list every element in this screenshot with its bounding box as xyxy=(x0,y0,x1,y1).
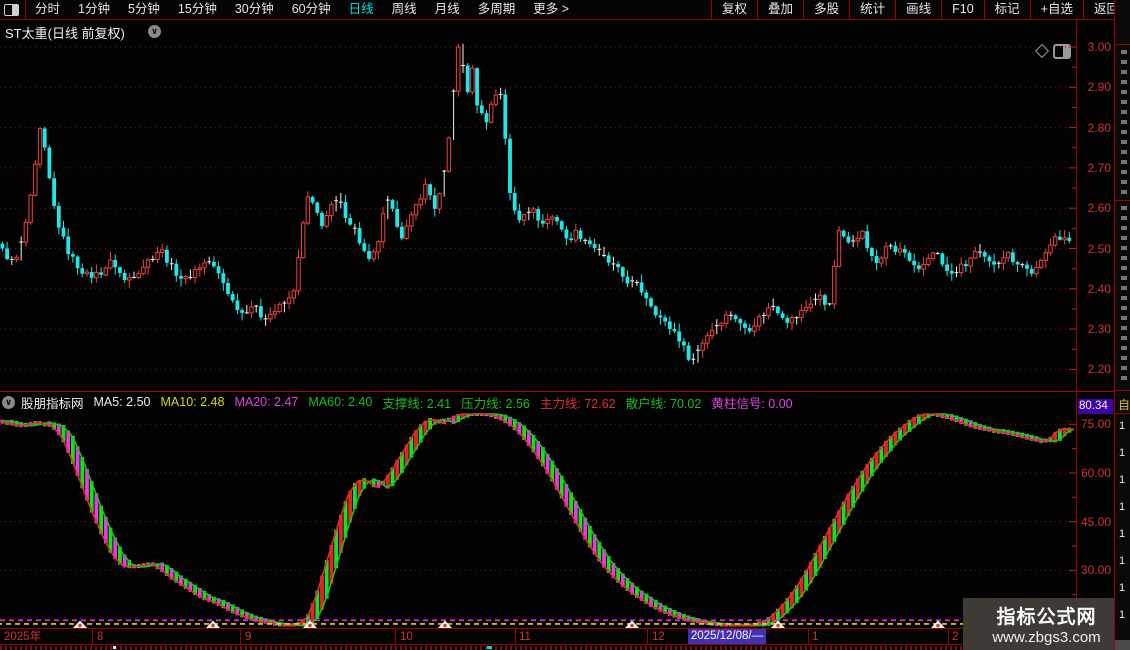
indicator-collapse-icon[interactable]: ∨ xyxy=(2,395,15,409)
strip-divider xyxy=(1115,413,1130,414)
strip-divider xyxy=(1115,200,1130,201)
strip-number: 1 xyxy=(1119,501,1126,513)
date-label-2025年: 2025年 xyxy=(4,631,42,643)
date-axis-tick xyxy=(647,629,648,644)
date-label-8: 8 xyxy=(97,631,104,643)
date-axis-tick xyxy=(92,629,93,644)
watermark: 指标公式网 www.zbgs3.com xyxy=(963,598,1130,650)
price-tick-label: 2.30 xyxy=(1087,322,1111,337)
price-axis-line xyxy=(1076,20,1077,645)
clipped-text-glyphs xyxy=(1121,50,1127,196)
trading-app-window: 分时 1分钟 5分钟 15分钟 30分钟 60分钟 日线 周线 月线 多周期 更多 > 复权 叠加 多股… xyxy=(0,0,1130,650)
indicator-max-badge: 80.34 xyxy=(1078,399,1113,414)
indicator-field-黄柱信号: 黄柱信号: 0.00 xyxy=(711,396,793,411)
date-label-2: 2 xyxy=(952,631,959,643)
selected-date-badge: 2025/12/08/— xyxy=(688,629,766,644)
indicator-field-支撑线: 支撑线: 2.41 xyxy=(382,396,452,411)
date-axis-tick xyxy=(808,629,809,644)
clipped-text-glyphs xyxy=(1121,206,1127,386)
price-tick-label: 2.80 xyxy=(1087,120,1111,135)
sliver-cyan-mark xyxy=(487,646,492,649)
sliver-white-mark xyxy=(113,646,116,649)
strip-footer xyxy=(1115,640,1130,650)
indicator-tick-label: 75.00 xyxy=(1080,417,1111,432)
date-label-9: 9 xyxy=(245,631,252,643)
right-edge-strip: 自 1 1 1 1 1 1 1 1 xyxy=(1114,0,1130,650)
strip-number: 1 xyxy=(1119,447,1126,459)
price-tick-label: 3.00 xyxy=(1087,40,1111,54)
strip-number: 1 xyxy=(1119,582,1126,594)
price-tick-label: 2.20 xyxy=(1087,362,1111,377)
next-pane-sliver xyxy=(0,646,963,650)
strip-number: 1 xyxy=(1119,528,1126,540)
strip-yellow-char: 自 xyxy=(1118,398,1130,412)
indicator-field-MA60: MA60: 2.40 xyxy=(308,395,373,409)
indicator-tick-label: 45.00 xyxy=(1080,514,1111,529)
watermark-site-name: 指标公式网 xyxy=(996,607,1097,628)
indicator-field-MA5: MA5: 2.50 xyxy=(93,395,151,409)
candlestick-and-indicator-chart[interactable] xyxy=(0,0,1130,650)
date-label-11: 11 xyxy=(519,631,531,643)
strip-number: 1 xyxy=(1119,420,1126,432)
indicator-tick-label: 30.00 xyxy=(1080,563,1111,578)
date-axis: 2025/12/08/— 2025年 8 9 10 11 12 1 2 xyxy=(0,628,1130,645)
strip-number: 1 xyxy=(1119,609,1126,621)
indicator-field-MA10: MA10: 2.48 xyxy=(160,395,225,409)
indicator-name[interactable]: 股朋指标网 xyxy=(21,393,84,412)
indicator-header: ∨ 股朋指标网 MA5: 2.50 MA10: 2.48 MA20: 2.47 MA6… xyxy=(2,393,803,411)
strip-divider xyxy=(1115,390,1130,391)
indicator-field-散户线: 散户线: 70.02 xyxy=(625,396,702,411)
indicator-field-MA20: MA20: 2.47 xyxy=(234,395,299,409)
date-label-10: 10 xyxy=(400,631,413,643)
date-label-12: 12 xyxy=(652,631,665,643)
price-tick-label: 2.50 xyxy=(1087,241,1111,256)
watermark-url: www.zbgs3.com xyxy=(992,629,1101,646)
price-tick-label: 2.60 xyxy=(1087,201,1111,216)
price-tick-label: 2.90 xyxy=(1087,80,1111,95)
indicator-field-压力线: 压力线: 2.56 xyxy=(461,396,530,411)
price-tick-label: 2.40 xyxy=(1087,281,1111,296)
strip-number: 1 xyxy=(1119,474,1126,486)
indicator-tick-label: 60.00 xyxy=(1080,466,1111,480)
date-label-1: 1 xyxy=(812,631,819,643)
date-axis-tick xyxy=(395,629,396,644)
strip-divider xyxy=(1115,44,1130,45)
date-axis-tick xyxy=(515,629,516,644)
indicator-field-主力线: 主力线: 72.62 xyxy=(539,396,616,411)
price-tick-label: 2.70 xyxy=(1087,160,1111,175)
strip-number: 1 xyxy=(1119,555,1126,567)
date-axis-tick xyxy=(240,629,241,644)
date-axis-tick xyxy=(948,629,949,644)
